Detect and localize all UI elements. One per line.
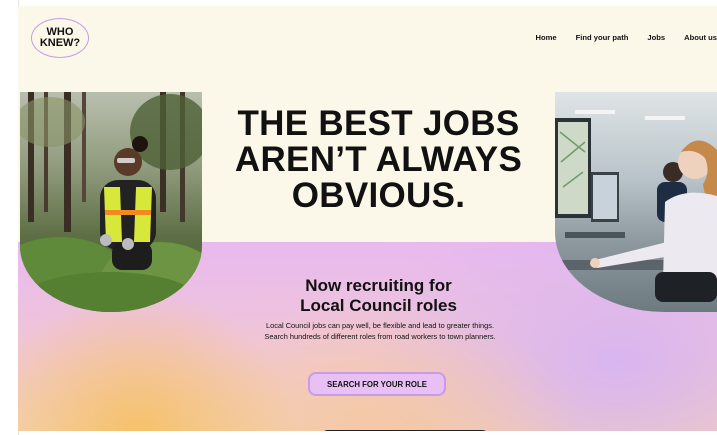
nav-item-jobs[interactable]: Jobs [647,33,665,42]
recruiting-title-line-1: Now recruiting for [305,276,452,295]
nav-item-find-your-path[interactable]: Find your path [576,33,629,42]
recruiting-title-line-2: Local Council roles [300,296,457,315]
page-frame: WHO KNEW? Home Find your path Jobs About… [18,6,717,431]
recruiting-description: Local Council jobs can pay well, be flex… [264,321,496,341]
headline-line-2: AREN’T ALWAYS [234,140,523,179]
recruiting-title: Now recruiting for Local Council roles [202,276,555,316]
nav-item-home[interactable]: Home [536,33,557,42]
office-worker-photo [555,92,717,312]
who-knew-logo[interactable]: WHO KNEW? [31,18,89,58]
office-worker-illustration [555,110,717,302]
window-left-edge [0,0,19,435]
forest-worker-illustration [20,92,202,312]
bottom-overlay-bar [320,430,490,431]
logo-line-2: KNEW? [39,37,81,49]
forest-worker-photo [20,92,202,312]
headline-line-3: OBVIOUS. [291,176,466,215]
search-for-your-role-button[interactable]: SEARCH FOR YOUR ROLE [308,372,446,396]
main-nav: Home Find your path Jobs About us [517,33,717,42]
headline-line-1: THE BEST JOBS [237,104,520,143]
nav-item-about-us[interactable]: About us [684,33,717,42]
hero-headline: THE BEST JOBS AREN’T ALWAYS OBVIOUS. [202,106,555,214]
